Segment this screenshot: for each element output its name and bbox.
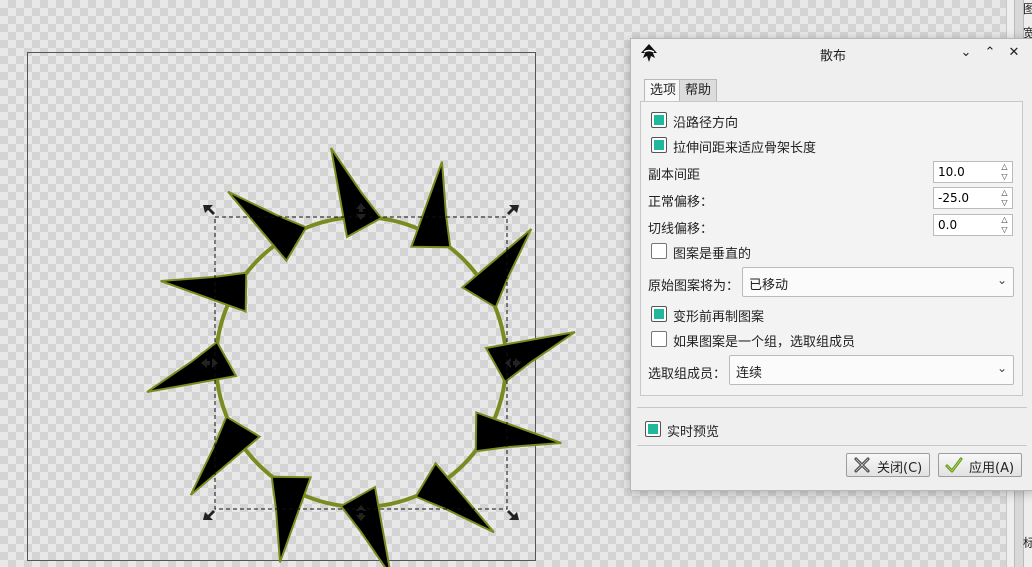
pick-group-members-checkbox[interactable] [651,331,667,347]
spin-arrows-icon[interactable]: △ ▽ [998,162,1011,182]
star-copy-11[interactable] [160,271,248,314]
handle-top-right [507,205,519,215]
pick-group-members-label: 如果图案是一个组，选取组成员 [673,335,856,350]
handle-bottom-left [203,510,215,520]
close-button[interactable]: 关闭(C) [846,453,930,477]
minimize-chevron-icon[interactable]: ⌄ [957,44,975,62]
skeleton-path-circle[interactable] [214,215,508,509]
duplicate-before-label: 变形前再制图案 [673,310,765,325]
star-copy-4[interactable] [484,331,576,384]
stretch-spacing-label: 拉伸间距来适应骨架长度 [673,141,817,156]
close-button-label: 关闭(C) [877,461,923,476]
spin-arrows-icon[interactable]: △ ▽ [998,215,1011,235]
tab-help[interactable]: 帮助 [679,79,718,102]
close-x-icon[interactable]: ✕ [1005,44,1023,62]
apply-checkmark-icon [945,457,963,473]
dock-label-top: 图 [1023,2,1032,16]
pattern-vertical-label: 图案是垂直的 [673,247,752,262]
tangential-offset-input[interactable] [934,215,1002,235]
original-pattern-value: 已移动 [749,278,789,293]
combo-chevron-icon: ⌄ [996,273,1007,287]
apply-button-label: 应用(A) [969,461,1015,476]
dialog-titlebar[interactable]: 散布 ⌄ ⌃ ✕ [631,39,1032,67]
normal-offset-input[interactable] [934,188,1002,208]
star-copy-10[interactable] [146,340,238,393]
normal-offset-spinbox[interactable]: △▽ [933,187,1013,209]
star-copy-1[interactable] [330,147,383,239]
live-preview-label: 实时预览 [667,425,720,440]
tab-options[interactable]: 选项 [644,79,683,102]
handle-bottom-right [507,510,519,520]
spin-arrows-icon[interactable]: △ ▽ [998,188,1011,208]
star-copy-5[interactable] [474,410,562,453]
original-pattern-label: 原始图案将为： [648,279,740,294]
pattern-vertical-checkbox[interactable] [651,243,667,259]
live-preview-checkbox[interactable] [645,421,661,437]
scatter-dialog: 散布 ⌄ ⌃ ✕ 选项 帮助 沿路径方向 拉伸间距来适应骨架长度 副本间距 △▽… [630,38,1032,491]
pick-method-value: 连续 [736,366,763,381]
spacing-input[interactable] [934,162,1002,182]
pick-method-label: 选取组成员： [648,367,727,382]
separator-lower [637,445,1027,446]
duplicate-before-checkbox[interactable] [651,306,667,322]
pick-method-combo[interactable]: 连续 ⌄ [729,355,1014,385]
stretch-spacing-checkbox[interactable] [651,137,667,153]
spacing-spinbox[interactable]: △▽ [933,161,1013,183]
combo-chevron-icon: ⌄ [996,361,1007,375]
spacing-label: 副本间距 [648,168,701,183]
star-copy-2[interactable] [409,161,452,249]
close-icon [854,457,870,473]
maximize-chevron-icon[interactable]: ⌃ [981,44,999,62]
normal-offset-label: 正常偏移： [648,195,714,210]
follow-path-checkbox[interactable] [651,112,667,128]
follow-path-label: 沿路径方向 [673,116,739,131]
selection-handles[interactable] [201,203,521,521]
handle-top-left [203,205,215,215]
separator-upper [637,407,1027,408]
star-copy-8[interactable] [270,475,313,563]
tangential-offset-spinbox[interactable]: △▽ [933,214,1013,236]
apply-button[interactable]: 应用(A) [938,453,1022,477]
dock-label-bottom: 标 [1023,536,1032,550]
star-copy-7[interactable] [339,485,391,567]
original-pattern-combo[interactable]: 已移动 ⌄ [742,267,1014,297]
tangential-offset-label: 切线偏移： [648,222,714,237]
